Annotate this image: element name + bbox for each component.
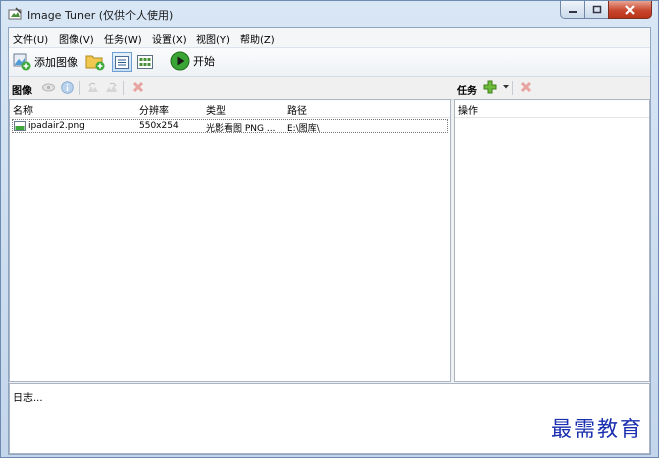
start-button[interactable]: 开始 — [170, 51, 215, 71]
column-header-resolution[interactable]: 分辨率 — [139, 102, 169, 117]
details-view-button[interactable] — [112, 52, 132, 72]
column-header-name[interactable]: 名称 — [13, 102, 33, 117]
caption-buttons — [560, 1, 652, 19]
menu-bar: 文件(U) 图像(V) 任务(W) 设置(X) 视图(Y) 帮助(Z) — [9, 28, 650, 48]
app-window: Image Tuner (仅供个人使用) 文件(U) 图像(V) 任务(W) 设… — [0, 0, 659, 458]
menu-task[interactable]: 任务(W) — [104, 31, 142, 46]
menu-image[interactable]: 图像(V) — [59, 31, 94, 46]
preview-icon[interactable] — [41, 80, 55, 94]
toolbar-separator — [123, 81, 124, 95]
play-icon — [170, 51, 190, 71]
close-icon — [625, 4, 635, 15]
thumbnail-view-icon — [137, 55, 153, 69]
row-type: 光影看图 PNG ... — [206, 124, 276, 134]
info-icon[interactable] — [60, 80, 74, 94]
toolbar: 添加图像 开始 — [9, 48, 650, 77]
tasks-panel-title: 任务 — [457, 86, 477, 97]
toolbar-separator — [512, 81, 513, 95]
menu-settings[interactable]: 设置(X) — [152, 31, 187, 46]
title-bar[interactable]: Image Tuner (仅供个人使用) — [1, 1, 658, 27]
minimize-button[interactable] — [560, 1, 585, 19]
maximize-button[interactable] — [584, 1, 609, 19]
task-list-header-divider — [455, 117, 649, 118]
column-header-path[interactable]: 路径 — [287, 102, 307, 117]
panel-header-bar: 图像 任务 — [9, 77, 650, 100]
minimize-icon — [568, 10, 577, 13]
add-image-label: 添加图像 — [34, 56, 78, 69]
toolbar-separator — [79, 81, 80, 95]
chevron-down-icon[interactable] — [499, 80, 513, 94]
row-resolution: 550x254 — [139, 121, 179, 131]
rotate-left-icon[interactable] — [86, 80, 100, 94]
row-path: E:\图库\ — [287, 124, 320, 134]
log-panel[interactable]: 日志... 最需教育 — [9, 383, 650, 454]
row-name: ipadair2.png — [28, 121, 85, 131]
menu-view[interactable]: 视图(Y) — [196, 31, 230, 46]
images-panel-title: 图像 — [12, 86, 32, 97]
client-area: 文件(U) 图像(V) 任务(W) 设置(X) 视图(Y) 帮助(Z) 添加图像 — [8, 27, 651, 455]
start-label: 开始 — [193, 55, 215, 68]
details-view-icon — [115, 55, 129, 69]
add-folder-icon — [85, 55, 105, 71]
menu-file[interactable]: 文件(U) — [13, 31, 48, 46]
add-image-button[interactable]: 添加图像 — [13, 53, 78, 71]
log-label: 日志... — [13, 393, 43, 404]
add-task-icon[interactable] — [483, 80, 497, 94]
thumbnail-view-button[interactable] — [135, 52, 155, 72]
table-row[interactable]: ipadair2.png 550x254 光影看图 PNG ... E:\图库\ — [12, 119, 448, 134]
rotate-right-icon[interactable] — [104, 80, 118, 94]
column-header-type[interactable]: 类型 — [206, 102, 226, 117]
add-image-icon — [13, 53, 31, 71]
png-file-icon — [14, 121, 26, 131]
window-title: Image Tuner (仅供个人使用) — [27, 9, 174, 22]
remove-image-icon[interactable] — [131, 80, 145, 94]
menu-help[interactable]: 帮助(Z) — [240, 31, 275, 46]
maximize-icon — [592, 5, 601, 14]
watermark-text: 最需教育 — [551, 417, 643, 441]
app-icon — [8, 7, 22, 20]
remove-task-icon[interactable] — [519, 80, 533, 94]
image-list-header: 名称 分辨率 类型 路径 — [10, 100, 450, 118]
task-list[interactable]: 操作 — [454, 99, 650, 382]
image-list[interactable]: 名称 分辨率 类型 路径 ipadair2.png 550x254 光影看图 P… — [9, 99, 451, 382]
add-folder-button[interactable] — [85, 52, 105, 71]
column-header-operation[interactable]: 操作 — [458, 102, 478, 117]
close-button[interactable] — [608, 1, 652, 19]
